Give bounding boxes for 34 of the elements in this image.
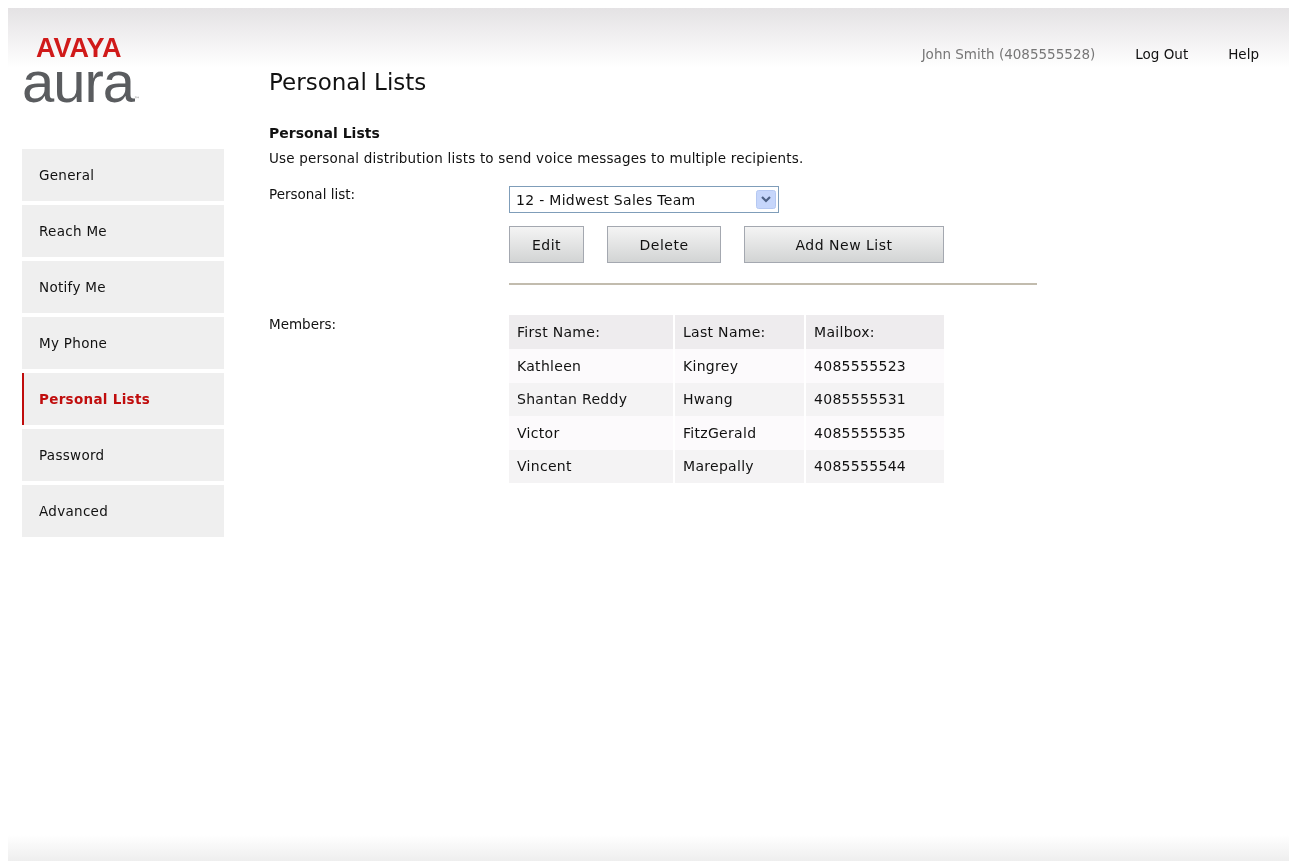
field-label: Personal list: <box>269 186 357 204</box>
section-title: Personal Lists <box>269 125 381 141</box>
personal-list-dropdown[interactable]: 12 - Midwest Sales Team <box>509 186 779 213</box>
action-button[interactable]: Add New List <box>744 226 944 263</box>
column-header: Last Name: <box>675 315 804 349</box>
header-link[interactable]: Help <box>1228 46 1259 62</box>
table-cell: Kathleen <box>509 349 673 383</box>
user-name: John Smith (4085555528) <box>921 46 1096 62</box>
table-cell: Hwang <box>675 382 804 416</box>
page-title: Personal Lists <box>269 69 428 95</box>
section-description: Use personal distribution lists to send voice messages to multiple recipients. <box>269 150 805 166</box>
column-header: First Name: <box>509 315 673 349</box>
table-cell: 4085555535 <box>806 416 944 450</box>
table-cell: Vincent <box>509 449 673 483</box>
sidebar-item[interactable]: Advanced <box>22 485 224 537</box>
table-cell: Kingrey <box>675 349 804 383</box>
table-cell: Shantan Reddy <box>509 382 673 416</box>
sidebar-item[interactable]: Password <box>22 429 224 481</box>
action-button[interactable]: Edit <box>509 226 584 263</box>
table-cell: FitzGerald <box>675 416 804 450</box>
sidebar-item[interactable]: My Phone <box>22 317 224 369</box>
sidebar-item[interactable]: Notify Me <box>22 261 224 313</box>
table-cell: 4085555523 <box>806 349 944 383</box>
sidebar-item[interactable]: Personal Lists <box>22 373 224 425</box>
sidebar-item[interactable]: Reach Me <box>22 205 224 257</box>
column-header: Mailbox: <box>806 315 944 349</box>
table-cell: 4085555531 <box>806 382 944 416</box>
field-label: Members: <box>269 316 338 334</box>
action-button[interactable]: Delete <box>607 226 721 263</box>
sidebar-item[interactable]: General <box>22 149 224 201</box>
table-cell: 4085555544 <box>806 449 944 483</box>
header-link[interactable]: Log Out <box>1135 46 1189 62</box>
table-cell: Marepally <box>675 449 804 483</box>
table-cell: Victor <box>509 416 673 450</box>
